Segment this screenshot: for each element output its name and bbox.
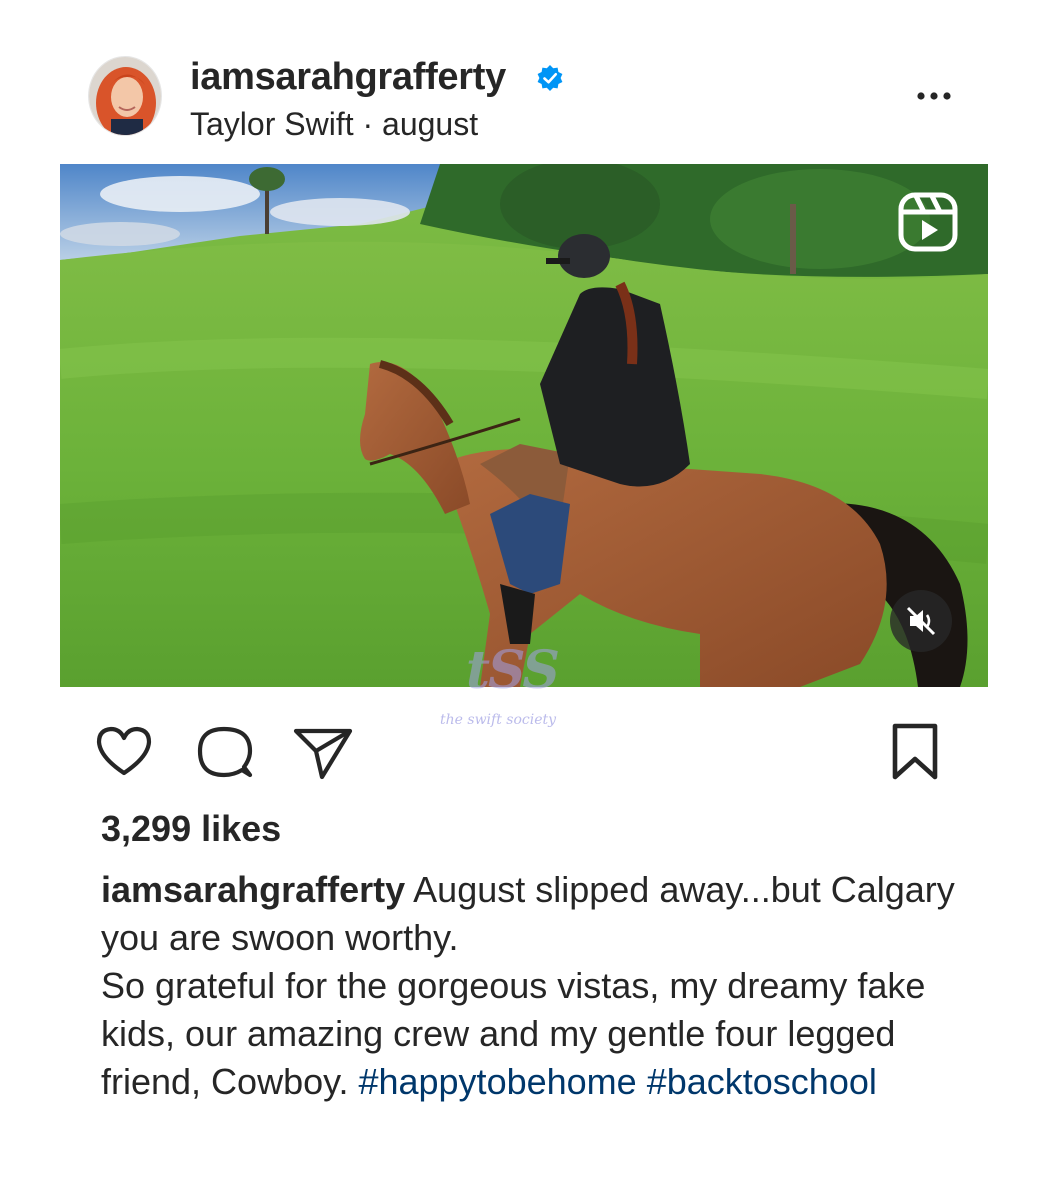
video-frame-image [60, 164, 988, 687]
bookmark-icon[interactable] [886, 721, 944, 783]
reels-icon [898, 192, 958, 252]
post-actions [0, 715, 1048, 785]
speaker-muted-icon [906, 606, 936, 636]
verified-badge-icon [537, 65, 563, 91]
likes-count[interactable]: 3,299 likes [101, 808, 281, 850]
post-caption: iamsarahgrafferty August slipped away...… [101, 866, 981, 1106]
caption-username[interactable]: iamsarahgrafferty [101, 869, 405, 910]
hashtag-link[interactable]: #happytobehome [358, 1061, 636, 1102]
caption-paragraph-2: So grateful for the gorgeous vistas, my … [101, 962, 981, 1106]
more-horizontal-icon[interactable] [914, 86, 954, 106]
post-header: iamsarahgrafferty Taylor Swift · august [0, 0, 1048, 165]
audio-artist: Taylor Swift [190, 106, 354, 142]
paper-plane-icon[interactable] [292, 723, 354, 783]
hashtag-link[interactable]: #backtoschool [647, 1061, 877, 1102]
audio-attribution[interactable]: Taylor Swift · august [190, 106, 478, 143]
audio-separator: · [353, 106, 383, 142]
post-video[interactable] [60, 164, 988, 687]
avatar[interactable] [88, 56, 162, 136]
caption-paragraph-1: iamsarahgrafferty August slipped away...… [101, 866, 981, 962]
mute-button[interactable] [890, 590, 952, 652]
watermark-mark: tSS [466, 640, 560, 701]
audio-track: august [382, 106, 479, 142]
comment-bubble-icon[interactable] [194, 723, 254, 783]
heart-icon[interactable] [94, 723, 154, 779]
post-username[interactable]: iamsarahgrafferty [190, 56, 506, 99]
